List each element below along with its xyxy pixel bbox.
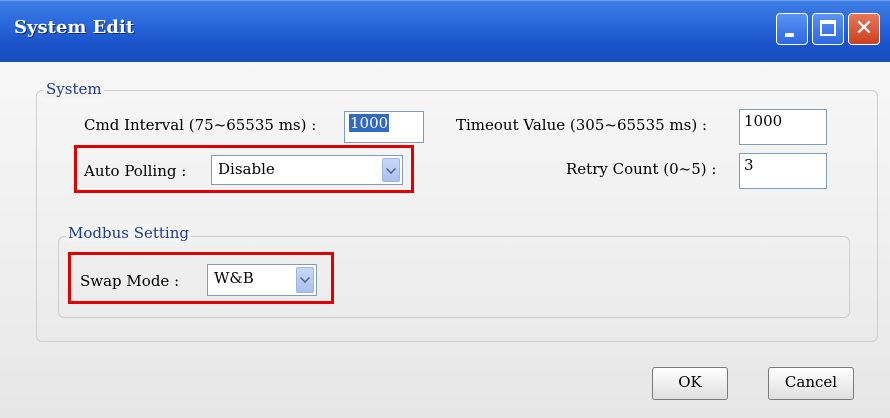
auto-polling-select[interactable]: Disable [211,155,403,185]
cmd-interval-input[interactable]: 1000 [344,111,424,143]
window-title: System Edit [14,17,135,38]
swap-mode-label: Swap Mode : [80,272,180,290]
swap-mode-value: W&B [214,269,254,287]
ok-button[interactable]: OK [652,367,728,400]
close-button[interactable]: ✕ [848,13,880,45]
auto-polling-dropdown-button[interactable] [382,158,400,182]
cancel-button[interactable]: Cancel [768,367,854,400]
retry-count-input[interactable]: 3 [739,153,827,189]
dialog-body: System Cmd Interval (75~65535 ms) : 1000… [0,62,890,418]
system-group-label: System [44,80,104,98]
close-icon: ✕ [854,16,874,41]
chevron-down-icon [300,273,310,283]
auto-polling-value: Disable [218,160,275,178]
retry-count-label: Retry Count (0~5) : [566,160,717,178]
timeout-label: Timeout Value (305~65535 ms) : [456,116,708,134]
title-bar[interactable]: System Edit ✕ [0,0,890,63]
timeout-input[interactable]: 1000 [739,109,827,145]
maximize-button[interactable] [812,13,844,45]
swap-mode-select[interactable]: W&B [207,264,317,296]
auto-polling-label: Auto Polling : [84,162,187,180]
cmd-interval-label: Cmd Interval (75~65535 ms) : [84,116,317,134]
timeout-value: 1000 [744,112,783,130]
system-edit-dialog: System Edit ✕ System Cmd Interval (75~65… [0,0,890,418]
swap-mode-dropdown-button[interactable] [296,267,314,293]
cmd-interval-value: 1000 [349,114,390,132]
retry-count-value: 3 [744,156,754,174]
modbus-group-label: Modbus Setting [66,224,191,242]
chevron-down-icon [386,164,396,174]
maximize-icon [820,20,836,36]
minimize-icon [785,33,794,37]
minimize-button[interactable] [776,13,808,45]
